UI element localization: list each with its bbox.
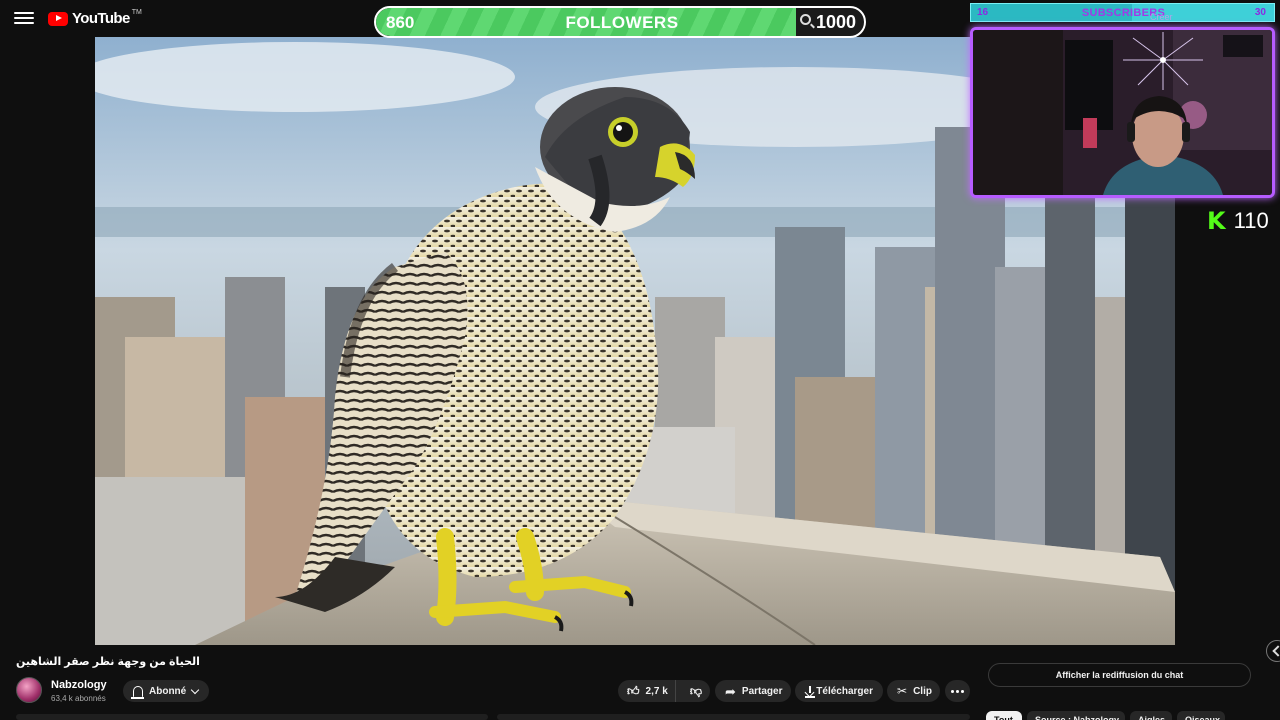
subscribers-goal-bar: 16 SUBSCRIBERS 30 bbox=[970, 3, 1275, 22]
like-button[interactable]: 👍︎ 2,7 k bbox=[618, 680, 676, 702]
chevron-down-icon bbox=[190, 685, 200, 694]
subscribed-label: Abonné bbox=[149, 685, 187, 697]
kick-counter: K 110 bbox=[1207, 208, 1269, 234]
thumb-up-icon: 👍︎ bbox=[627, 684, 640, 698]
webcam-overlay bbox=[970, 27, 1275, 198]
chip-all[interactable]: Tout bbox=[986, 711, 1022, 720]
bell-icon bbox=[131, 685, 144, 699]
followers-goal-bar: 860 FOLLOWERS 1000 bbox=[374, 6, 866, 38]
chat-replay-button[interactable]: Afficher la rediffusion du chat bbox=[988, 663, 1251, 687]
chip-source[interactable]: Source : Nabzology bbox=[1027, 711, 1125, 720]
share-button[interactable]: ➦ Partager bbox=[715, 680, 791, 702]
video-title: الحياة من وجهة نظر صقر الشاهين bbox=[16, 656, 200, 668]
like-count: 2,7 k bbox=[645, 685, 668, 697]
thumb-down-icon: 👎︎ bbox=[689, 684, 703, 698]
kick-count: 110 bbox=[1233, 208, 1269, 233]
subscribed-button[interactable]: Abonné bbox=[123, 680, 209, 702]
download-icon bbox=[805, 685, 815, 698]
menu-icon[interactable] bbox=[14, 10, 34, 26]
share-icon: ➦ bbox=[725, 683, 736, 699]
youtube-play-icon bbox=[48, 11, 68, 26]
expand-panel-button[interactable] bbox=[1266, 640, 1280, 662]
clip-label: Clip bbox=[913, 685, 932, 697]
followers-label: FOLLOWERS bbox=[565, 13, 679, 32]
channel-name[interactable]: Nabzology bbox=[51, 679, 107, 691]
kick-logo-icon: K bbox=[1207, 207, 1226, 235]
comments-shelf-edge bbox=[497, 714, 970, 720]
youtube-logo[interactable]: YouTube TM bbox=[48, 9, 144, 27]
create-button-partial[interactable]: Créer bbox=[1150, 12, 1173, 22]
download-button[interactable]: Télécharger bbox=[795, 680, 883, 702]
webcam-feed bbox=[973, 30, 1272, 195]
dislike-button[interactable]: 👎︎ bbox=[682, 680, 710, 702]
description-shelf-edge bbox=[16, 714, 488, 720]
more-actions-button[interactable] bbox=[945, 680, 970, 702]
share-label: Partager bbox=[741, 685, 783, 697]
followers-goal: 1000 bbox=[815, 12, 856, 32]
subscribers-goal: 30 bbox=[1254, 7, 1266, 18]
clip-button[interactable]: ✂ Clip bbox=[887, 680, 940, 702]
scissors-icon: ✂ bbox=[897, 684, 908, 698]
search-icon bbox=[800, 14, 811, 25]
subscribers-label: SUBSCRIBERS bbox=[1081, 7, 1166, 19]
chip-birds[interactable]: Oiseaux bbox=[1177, 711, 1225, 720]
more-icon bbox=[951, 689, 964, 693]
download-label: Télécharger bbox=[816, 685, 873, 697]
channel-subscriber-count: 63,4 k abonnés bbox=[51, 694, 106, 703]
channel-avatar[interactable] bbox=[16, 677, 42, 703]
like-dislike-group: 👍︎ 2,7 k 👎︎ bbox=[618, 680, 710, 702]
logo-trademark: TM bbox=[131, 9, 142, 16]
chip-eagles[interactable]: Aigles bbox=[1130, 711, 1172, 720]
logo-text: YouTube bbox=[72, 10, 130, 27]
